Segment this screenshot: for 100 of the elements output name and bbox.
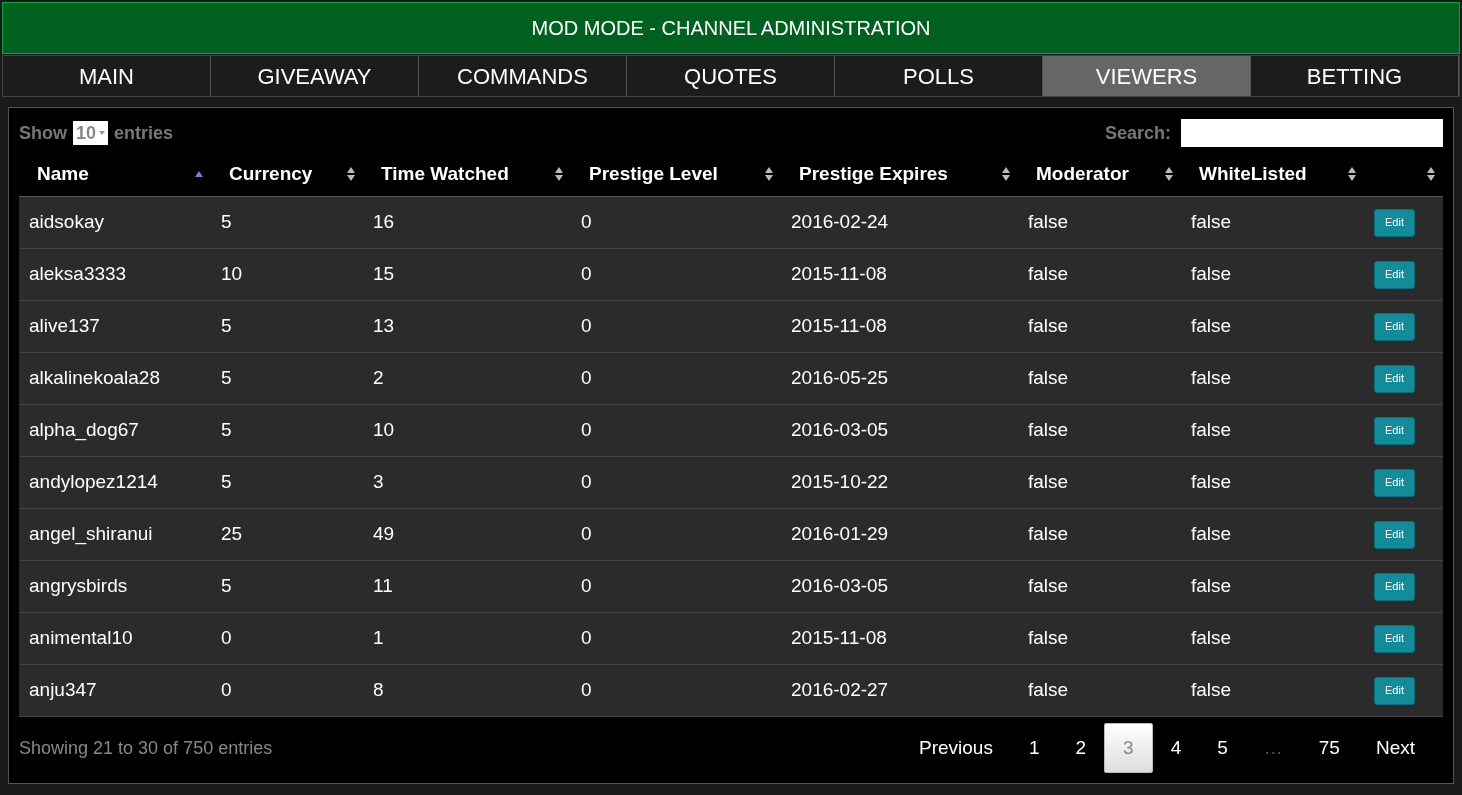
table-cell: false (1191, 419, 1232, 441)
table-cell: 15 (373, 263, 395, 285)
table-cell: 13 (373, 315, 395, 337)
table-cell: false (1028, 575, 1069, 597)
page-button[interactable]: 4 (1152, 723, 1200, 773)
table-cell: 49 (373, 523, 395, 545)
column-header[interactable]: Time Watched (381, 159, 509, 189)
table-cell: 0 (581, 471, 592, 493)
pagination-nav-button[interactable]: Previous (900, 723, 1011, 773)
table-cell: andylopez1214 (29, 471, 158, 493)
table-cell: false (1191, 679, 1232, 701)
table-cell: 2 (373, 367, 384, 389)
table-cell: aidsokay (29, 211, 104, 233)
edit-button[interactable]: Edit (1374, 572, 1415, 601)
edit-button[interactable]: Edit (1374, 468, 1415, 497)
table-info: Showing 21 to 30 of 750 entries (19, 736, 273, 760)
table-cell: 5 (221, 471, 232, 493)
search-field[interactable] (1181, 119, 1443, 147)
table-cell: angel_shiranui (29, 523, 153, 545)
table-cell: 1 (373, 627, 384, 649)
table-cell: false (1028, 679, 1069, 701)
pagination-nav-button[interactable]: Next (1357, 723, 1433, 773)
table-cell: false (1028, 211, 1069, 233)
table-cell: 2016-02-27 (791, 679, 889, 701)
table-cell: 0 (581, 679, 592, 701)
table-cell: alkalinekoala28 (29, 367, 160, 389)
table-cell: false (1191, 627, 1232, 649)
search-label: Search: (1104, 121, 1171, 145)
pagination-ellipsis: … (1262, 735, 1284, 760)
header-bar: MOD MODE - CHANNEL ADMINISTRATION (2, 2, 1460, 54)
page-button[interactable]: 5 (1199, 723, 1246, 773)
column-header[interactable]: Name (37, 159, 89, 189)
table-cell: animental10 (29, 627, 133, 649)
column-header[interactable]: WhiteListed (1199, 159, 1307, 189)
table-cell: false (1191, 575, 1232, 597)
table-cell: 2016-03-05 (791, 419, 889, 441)
table-cell: 2015-10-22 (791, 471, 889, 493)
table-cell: anju347 (29, 679, 97, 701)
table-cell: 0 (581, 419, 592, 441)
table-cell: 10 (373, 419, 395, 441)
table-cell: false (1191, 315, 1232, 337)
table-cell: false (1028, 419, 1069, 441)
table-cell: 8 (373, 679, 384, 701)
table-cell: false (1028, 627, 1069, 649)
column-header[interactable]: Currency (229, 159, 313, 189)
column-header[interactable]: Moderator (1036, 159, 1129, 189)
edit-button[interactable]: Edit (1374, 208, 1415, 237)
table-cell: 0 (581, 523, 592, 545)
edit-button[interactable]: Edit (1374, 416, 1415, 445)
edit-button[interactable]: Edit (1374, 624, 1415, 653)
page-button[interactable]: 75 (1300, 723, 1358, 773)
table-cell: false (1191, 471, 1232, 493)
table-cell: false (1028, 471, 1069, 493)
table-cell: false (1028, 523, 1069, 545)
table-cell: 11 (373, 575, 393, 597)
table-cell: 5 (221, 367, 232, 389)
table-cell: false (1191, 211, 1232, 233)
table-cell: 5 (221, 419, 232, 441)
table-cell: 2016-05-25 (791, 367, 889, 389)
edit-button[interactable]: Edit (1374, 520, 1415, 549)
table-cell: 0 (581, 315, 592, 337)
length-label: Show (19, 121, 67, 145)
table-cell: 2016-03-05 (791, 575, 889, 597)
table-cell: alive137 (29, 315, 100, 337)
length-select[interactable]: 10 (73, 121, 109, 145)
tab[interactable]: VIEWERS (1043, 56, 1251, 96)
edit-button[interactable]: Edit (1374, 364, 1415, 393)
table-cell: 0 (581, 367, 592, 389)
table-cell: 5 (221, 211, 232, 233)
table-cell: false (1028, 263, 1069, 285)
table-cell: 10 (221, 263, 243, 285)
column-header[interactable]: Prestige Level (589, 159, 718, 189)
page-button[interactable]: 2 (1057, 723, 1105, 773)
table-cell: alpha_dog67 (29, 419, 139, 441)
table-cell: 0 (581, 263, 592, 285)
table-cell: 0 (581, 211, 592, 233)
table-cell: 5 (221, 315, 232, 337)
table-cell: 0 (581, 627, 592, 649)
table-cell: 2016-02-24 (791, 211, 889, 233)
edit-button[interactable]: Edit (1374, 312, 1415, 341)
table-cell: false (1191, 367, 1232, 389)
table-cell: 2015-11-08 (791, 263, 887, 285)
table-cell: angrysbirds (29, 575, 128, 597)
table-cell: 0 (581, 575, 592, 597)
table-cell: false (1191, 263, 1232, 285)
table-cell: aleksa3333 (29, 263, 127, 285)
caret-icon (99, 131, 106, 135)
table-cell: 5 (221, 575, 232, 597)
column-header[interactable]: Prestige Expires (799, 159, 948, 189)
length-label: entries (114, 121, 174, 145)
table-cell: 2016-01-29 (791, 523, 889, 545)
table-cell: false (1191, 523, 1232, 545)
table-cell: false (1028, 315, 1069, 337)
table-cell: 0 (221, 679, 232, 701)
edit-button[interactable]: Edit (1374, 676, 1415, 705)
edit-button[interactable]: Edit (1374, 260, 1415, 289)
table-cell: 2015-11-08 (791, 627, 887, 649)
table-cell: 3 (373, 471, 384, 493)
page-button[interactable]: 1 (1010, 723, 1058, 773)
table-cell: 2015-11-08 (791, 315, 887, 337)
